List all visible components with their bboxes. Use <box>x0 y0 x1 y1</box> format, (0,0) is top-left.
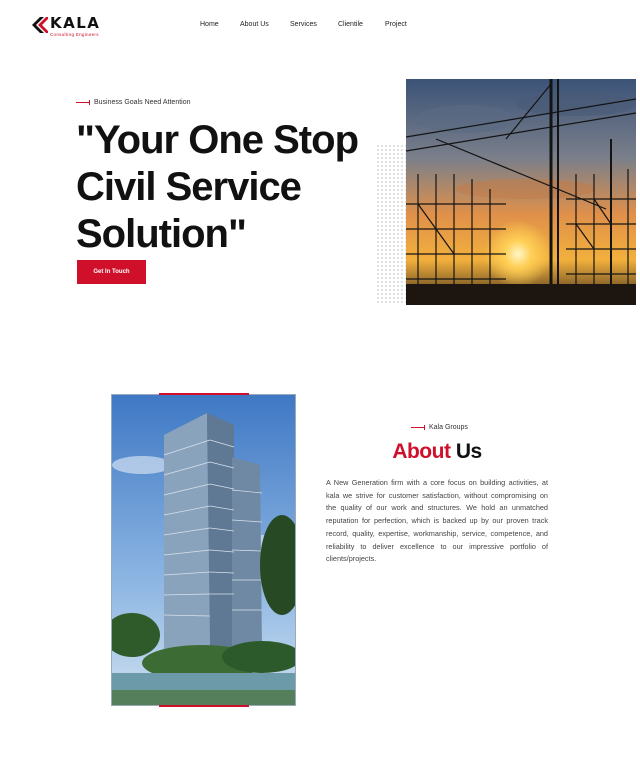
about-kicker-text: Kala Groups <box>429 424 468 431</box>
about-kicker: Kala Groups <box>411 424 468 431</box>
kicker-line-icon <box>411 425 425 430</box>
hero-title: "Your One Stop Civil Service Solution" <box>76 118 359 256</box>
nav-services[interactable]: Services <box>290 21 317 28</box>
hero-kicker: Business Goals Need Attention <box>76 99 191 106</box>
nav-home[interactable]: Home <box>200 21 219 28</box>
about-building-image <box>111 394 296 706</box>
about-title-red: About <box>392 440 451 463</box>
logo-tagline: Consulting Engineers <box>50 32 99 37</box>
logo[interactable]: KALA Consulting Engineers <box>32 16 100 37</box>
about-body: A New Generation firm with a core focus … <box>326 478 548 564</box>
kicker-line-icon <box>76 100 90 105</box>
about-title-dark: Us <box>455 440 482 463</box>
about-image-bottom-accent <box>159 705 249 707</box>
site-header: KALA Consulting Engineers Home About Us … <box>0 0 640 52</box>
logo-k-icon <box>32 17 48 33</box>
nav-about-us[interactable]: About Us <box>240 21 269 28</box>
logo-name: KALA <box>50 14 101 32</box>
about-image-top-accent <box>159 393 249 395</box>
about-image-frame <box>111 393 296 707</box>
about-title: About Us <box>326 440 548 464</box>
dot-pattern <box>376 144 410 304</box>
nav-project[interactable]: Project <box>385 21 407 28</box>
get-in-touch-button[interactable]: Get In Touch <box>77 260 146 284</box>
nav-clientile[interactable]: Clientile <box>338 21 363 28</box>
hero-construction-image <box>406 79 636 305</box>
hero-kicker-text: Business Goals Need Attention <box>94 99 191 106</box>
